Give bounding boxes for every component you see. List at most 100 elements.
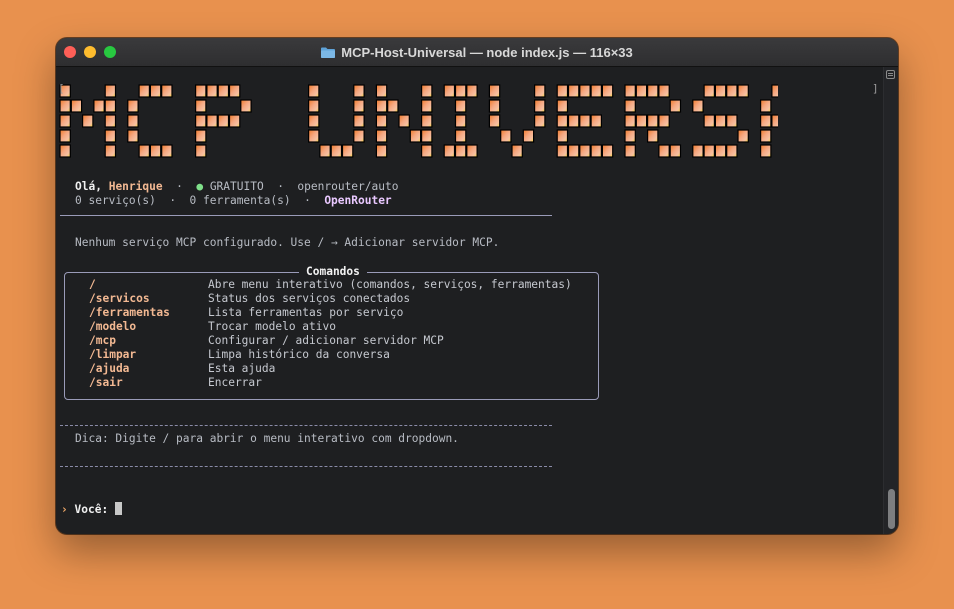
banner-block [127,114,139,128]
banner-block [161,144,173,158]
banner-block [59,144,71,158]
banner-block [82,114,94,128]
window-title-text: MCP-Host-Universal — node index.js — 116… [341,44,633,60]
banner-block [421,99,433,113]
banner-block [556,114,569,128]
banner-block [104,114,117,128]
banner-block [759,99,772,113]
banner-block [703,144,715,158]
terminal-content[interactable]: [ ] Olá, Henrique · ● GRATUITO · openrou… [56,67,885,534]
banner-block [624,114,636,128]
tools-count: 0 ferramenta(s) [189,194,291,207]
command-name: /ferramentas [89,306,170,319]
banner-block [138,84,150,98]
banner-block [375,99,388,113]
banner-block [556,84,569,98]
banner-block [590,114,602,128]
banner-block [658,84,670,98]
banner-block [353,99,365,113]
banner-block [624,99,636,113]
banner-block [759,114,772,128]
banner-block [149,144,162,158]
banner-block [127,129,139,143]
banner-left-bracket: [ [58,82,65,95]
banner-block [308,84,320,98]
banner-block [692,99,704,113]
banner-block [330,144,343,158]
folder-icon [321,47,336,58]
banner-block [624,144,636,158]
banner-block [319,144,331,158]
banner-block [454,99,467,113]
scrollbar[interactable] [883,67,898,534]
banner-block [714,84,727,98]
banner-block [590,144,602,158]
banner-block [353,84,365,98]
banner-block [567,114,580,128]
command-desc: Status dos serviços conectados [208,292,411,305]
plan-label: GRATUITO [209,180,264,193]
banner-block [217,114,230,128]
banner-block [398,114,410,128]
banner-art [59,84,885,158]
banner-block [59,114,71,128]
banner-block [556,144,569,158]
banner-block [601,84,614,98]
banner-block [534,84,546,98]
banner: [ [58,82,885,168]
banner-block [421,129,433,143]
banner-block [375,84,388,98]
banner-block [601,144,614,158]
banner-block [59,99,71,113]
command-name: /sair [89,376,123,389]
prompt-line[interactable]: › Você: [61,502,122,517]
banner-block [567,144,580,158]
banner-block [669,99,682,113]
tip-text: Dica: Digite / para abrir o menu interat… [75,432,459,445]
banner-block [771,114,783,128]
banner-block [646,114,659,128]
banner-block [240,99,252,113]
banner-block [646,129,659,143]
banner-block [737,84,749,98]
command-name: /modelo [89,320,137,333]
banner-block [579,114,591,128]
banner-block [466,84,478,98]
scrollbar-menu-icon[interactable] [886,70,895,79]
banner-block [669,144,682,158]
banner-block [421,144,433,158]
banner-block [488,84,501,98]
banner-block [341,144,354,158]
greeting: Olá, [75,180,102,193]
command-desc: Trocar modelo ativo [208,320,336,333]
banner-block [195,114,207,128]
banner-block [579,84,591,98]
banner-block [759,144,772,158]
banner-block [149,84,162,98]
banner-block [771,84,783,98]
banner-block [658,114,670,128]
banner-block [195,99,207,113]
banner-block [206,84,218,98]
banner-block [375,129,388,143]
text-cursor[interactable] [114,502,122,515]
command-desc: Limpa histórico da conversa [208,348,390,361]
banner-block [104,84,117,98]
notice-text: Nenhum serviço MCP configurado. Use / → … [75,236,500,249]
banner-block [658,144,670,158]
banner-block [567,84,580,98]
scrollbar-thumb[interactable] [888,489,895,529]
banner-block [635,114,648,128]
banner-block [353,129,365,143]
banner-block [138,144,150,158]
banner-block [206,114,218,128]
banner-block [714,114,727,128]
command-desc: Abre menu interativo (comandos, serviços… [208,278,572,291]
banner-block [195,129,207,143]
separator: · [176,180,183,193]
banner-block [454,114,467,128]
banner-block [409,129,422,143]
provider-label: OpenRouter [324,194,392,207]
banner-block [726,114,738,128]
banner-block [421,84,433,98]
